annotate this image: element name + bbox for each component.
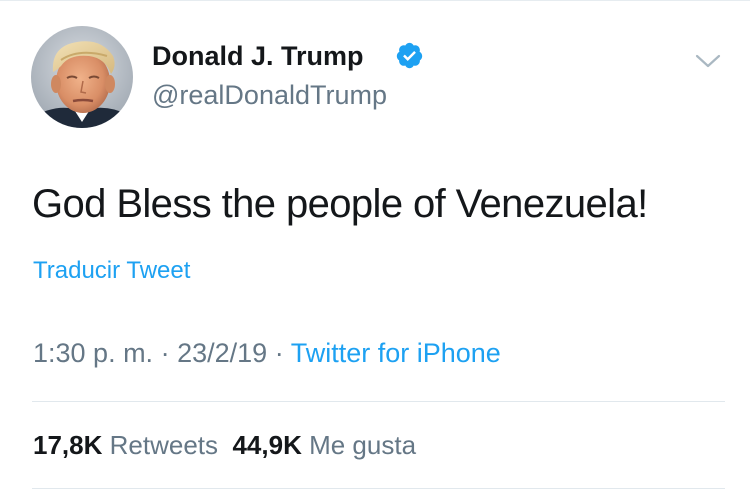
translate-tweet-link[interactable]: Traducir Tweet (33, 256, 190, 286)
tweet-date[interactable]: 23/2/19 (177, 338, 267, 368)
separator-dot: · (274, 338, 284, 368)
likes-label: Me gusta (309, 430, 417, 460)
chevron-down-icon[interactable] (693, 50, 723, 72)
retweets-count: 17,8K (33, 430, 103, 460)
tweet-stats: 17,8K Retweets 44,9K Me gusta (33, 428, 416, 462)
display-name[interactable]: Donald J. Trump (152, 40, 364, 72)
divider (32, 488, 725, 489)
top-divider (0, 0, 750, 1)
likes-stat[interactable]: 44,9K Me gusta (232, 430, 416, 460)
retweets-label: Retweets (109, 430, 219, 460)
tweet-time[interactable]: 1:30 p. m. (33, 338, 153, 368)
avatar[interactable] (31, 26, 133, 128)
tweet-text: God Bless the people of Venezuela! (32, 182, 648, 226)
likes-count: 44,9K (232, 430, 302, 460)
separator-dot: · (160, 338, 170, 368)
retweets-stat[interactable]: 17,8K Retweets (33, 430, 218, 460)
tweet-metadata: 1:30 p. m. · 23/2/19 · Twitter for iPhon… (33, 336, 501, 370)
username-handle[interactable]: @realDonaldTrump (152, 79, 387, 111)
divider (32, 401, 725, 402)
avatar-photo (31, 26, 133, 128)
tweet-source-link[interactable]: Twitter for iPhone (291, 338, 501, 368)
verified-badge-icon (395, 41, 424, 70)
